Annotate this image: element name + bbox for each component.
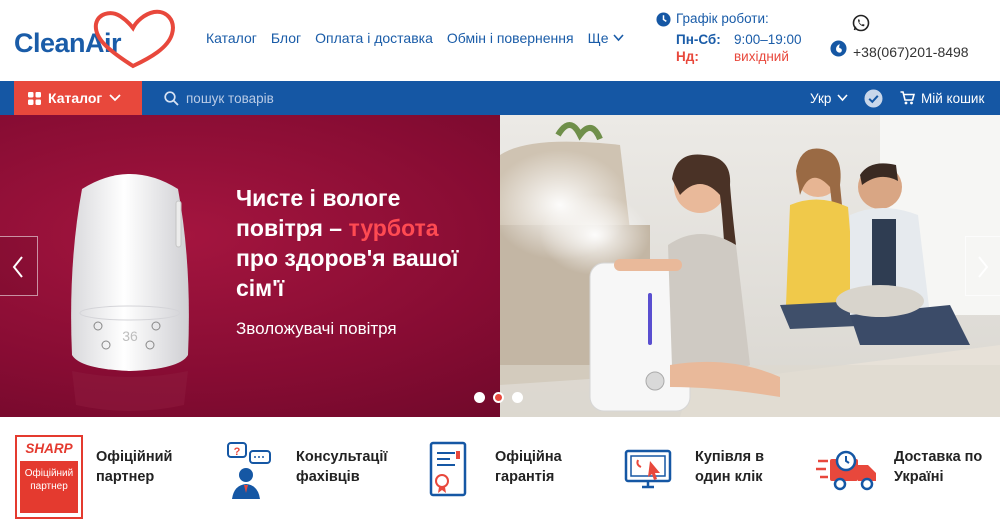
schedule-weekdays-label: Пн-Сб: [676, 32, 721, 47]
feature-line-1: Офіційна [495, 449, 562, 465]
schedule-title: Графік роботи: [676, 11, 769, 26]
feature-line-2: фахівців [296, 469, 360, 485]
feature-label: Офіційна гарантія [495, 447, 615, 487]
sharp-badge-caption: Офіційний партнер [20, 461, 78, 513]
feature-label: Консультації фахівців [296, 447, 416, 487]
sharp-partner-badge: SHARP Офіційний партнер [15, 435, 83, 519]
slider-dot-2[interactable] [493, 392, 504, 403]
delivery-truck-icon [816, 450, 876, 491]
certificate-icon [429, 441, 467, 497]
cart-button[interactable]: Мій кошик [900, 81, 984, 115]
svg-text:?: ? [234, 446, 241, 458]
vodafone-icon [830, 40, 847, 57]
chevron-down-icon [612, 34, 624, 42]
work-schedule: Графік роботи: Пн-Сб: 9:00–19:00 Нд: вих… [656, 10, 816, 70]
grid-icon [28, 91, 41, 105]
cart-label: Мій кошик [921, 90, 985, 106]
consultant-icon: ? [227, 442, 271, 499]
contact-block: +38(067)201-8498 [830, 12, 995, 72]
schedule-sunday-hours: вихідний [734, 49, 789, 64]
headline-accent: турбота [348, 215, 439, 241]
chevron-down-icon [109, 94, 121, 102]
device-display: 36 [122, 328, 138, 344]
main-nav: Каталог Блог Оплата і доставка Обмін і п… [206, 30, 624, 46]
sharp-badge-line-1: Офіційний [24, 468, 74, 479]
catalog-button[interactable]: Каталог [14, 81, 142, 115]
slider-prev-button[interactable] [0, 236, 38, 296]
hero-banner[interactable]: 36 Чисте і вологе повітря – турбота про … [0, 115, 1000, 417]
banner-subtitle: Зволожувачі повітря [236, 319, 397, 338]
nav-item-blog[interactable]: Блог [271, 30, 301, 46]
schedule-weekdays-hours: 9:00–19:00 [734, 32, 802, 47]
slider-pagination [474, 392, 523, 403]
headline-line-2: повітря – турбота [236, 213, 496, 243]
heart-logo-icon [93, 9, 175, 69]
feature-label: Офіційний партнер [96, 447, 216, 487]
feature-line-1: Купівля в [695, 449, 765, 465]
nav-item-catalog[interactable]: Каталог [206, 30, 257, 46]
cart-icon [900, 91, 915, 105]
headline-line-3: про здоров'я вашої [236, 245, 459, 271]
feature-line-2: гарантія [495, 469, 555, 485]
feature-label: Купівля в один клік [695, 447, 815, 487]
catalog-button-label: Каталог [48, 90, 103, 106]
feature-line-2: партнер [96, 469, 155, 485]
feature-label: Доставка по Україні [894, 447, 1000, 487]
sharp-badge-line-2: партнер [30, 481, 68, 492]
logo[interactable]: CleanAir [12, 8, 175, 70]
nav-item-exchange-return[interactable]: Обмін і повернення [447, 30, 574, 46]
search-icon [164, 90, 179, 106]
site-header: CleanAir Каталог Блог Оплата і доставка … [0, 0, 1000, 81]
whatsapp-icon[interactable] [852, 14, 870, 32]
check-circle-icon[interactable] [864, 89, 883, 108]
nav-more-button[interactable]: Ще [588, 30, 624, 46]
banner-headline: Чисте і вологе повітря – турбота про здо… [236, 183, 496, 303]
feature-line-2: один клік [695, 469, 763, 485]
schedule-sunday-label: Нд: [676, 49, 699, 64]
headline-line-1: Чисте і вологе [236, 185, 401, 211]
monitor-click-icon [624, 449, 672, 489]
chevron-right-icon [978, 256, 989, 278]
chevron-left-icon [12, 256, 23, 278]
nav-more-label: Ще [587, 30, 609, 46]
search-placeholder: пошук товарів [186, 90, 274, 106]
family-humidifier-photo [500, 115, 1000, 417]
features-strip: SHARP Офіційний партнер Офіційний партне… [0, 417, 1000, 522]
feature-line-1: Офіційний [96, 449, 173, 465]
feature-line-2: Україні [894, 469, 944, 485]
feature-line-1: Консультації [296, 449, 388, 465]
phone-number[interactable]: +38(067)201-8498 [853, 44, 969, 60]
search-input[interactable]: пошук товарів [164, 81, 274, 115]
slider-dot-3[interactable] [512, 392, 523, 403]
nav-item-payment-delivery[interactable]: Оплата і доставка [315, 30, 433, 46]
feature-line-1: Доставка по [894, 449, 983, 465]
humidifier-product-image: 36 [71, 174, 189, 411]
chevron-down-icon [837, 94, 848, 102]
slider-next-button[interactable] [965, 236, 1000, 296]
clock-icon [656, 12, 671, 27]
sharp-logo-text: SHARP [25, 441, 73, 456]
toolbar: Каталог пошук товарів Укр Мій кошик [0, 81, 1000, 115]
language-selector[interactable]: Укр [810, 81, 848, 115]
slider-dot-1[interactable] [474, 392, 485, 403]
language-label: Укр [810, 90, 832, 106]
headline-line-2-text: повітря – [236, 215, 349, 241]
headline-line-4: сім'ї [236, 275, 285, 301]
